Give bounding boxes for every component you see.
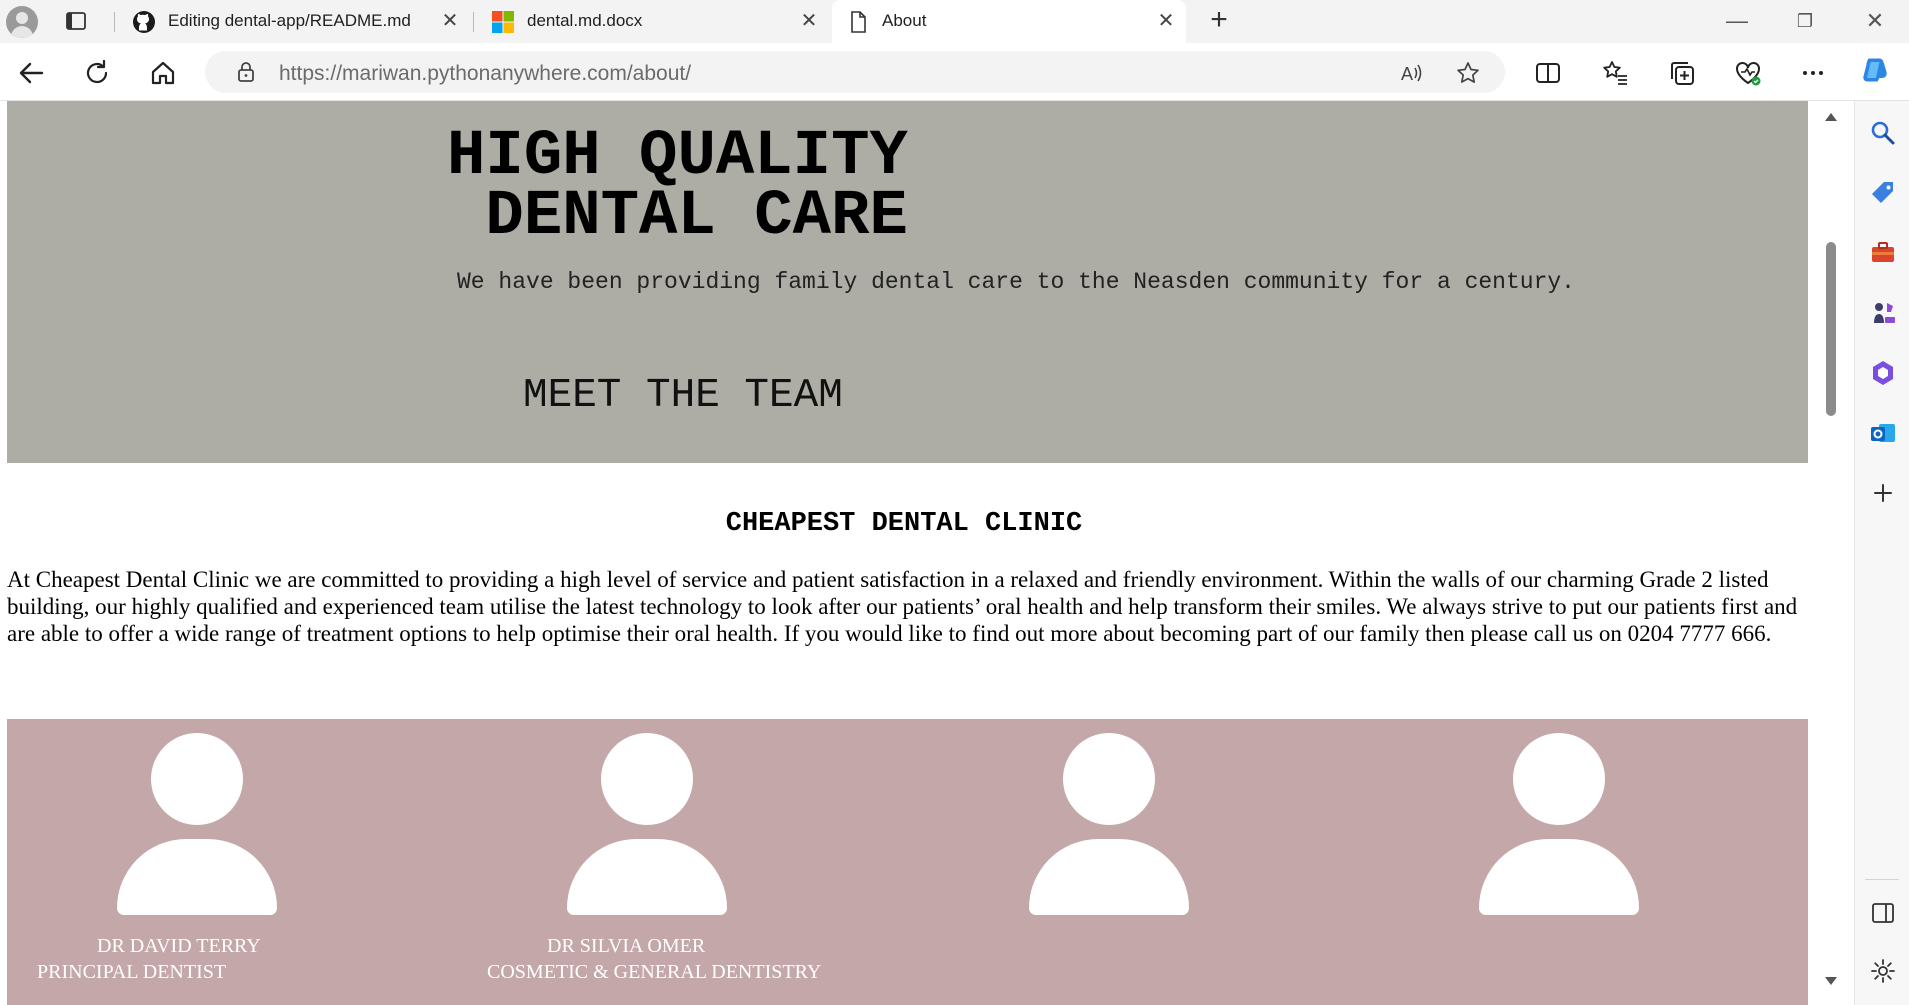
clinic-description: At Cheapest Dental Clinic we are committ… [7, 567, 1798, 646]
scroll-up-arrow-icon[interactable] [1825, 113, 1837, 121]
new-tab-button[interactable]: + [1204, 5, 1234, 36]
meet-the-team-heading: MEET THE TEAM [523, 373, 843, 419]
shopping-tag-icon[interactable] [1869, 179, 1897, 207]
page-scrollbar[interactable] [1818, 101, 1844, 999]
hero-banner: HIGH QUALITY DENTAL CARE We have been pr… [7, 101, 1808, 463]
address-bar[interactable]: https://mariwan.pythonanywhere.com/about… [205, 51, 1505, 93]
more-options-icon[interactable] [1798, 58, 1828, 88]
add-icon[interactable] [1869, 479, 1897, 507]
tab-actions-icon[interactable] [64, 9, 88, 33]
tab-strip: Editing dental-app/README.md ✕ dental.md… [0, 0, 1909, 43]
close-tab-icon[interactable]: ✕ [438, 9, 462, 33]
team-section: DR DAVID TERRY PRINCIPAL DENTIST DR SILV… [7, 719, 1808, 1005]
url-path: /about/ [626, 62, 692, 85]
favorite-star-icon[interactable] [1455, 60, 1481, 86]
member-role: COSMETIC & GENERAL DENTISTRY [487, 961, 822, 983]
browser-toolbar: https://mariwan.pythonanywhere.com/about… [0, 43, 1909, 101]
settings-gear-icon[interactable] [1869, 957, 1897, 985]
tab-title: dental.md.docx [527, 11, 643, 30]
close-window-button[interactable]: ✕ [1855, 6, 1895, 36]
tab-about[interactable]: About ✕ [832, 0, 1186, 43]
site-info-lock-icon[interactable] [235, 61, 257, 83]
hide-sidebar-icon[interactable] [1869, 899, 1897, 927]
avatar-placeholder-icon [1029, 733, 1189, 915]
team-member-card: DR SILVIA OMER COSMETIC & GENERAL DENTIS… [457, 719, 857, 1005]
close-tab-icon[interactable]: ✕ [1154, 9, 1178, 33]
tab-title: About [882, 11, 927, 30]
split-screen-icon[interactable] [1533, 58, 1563, 88]
games-chess-icon[interactable] [1869, 299, 1897, 327]
tab-readme[interactable]: Editing dental-app/README.md ✕ [118, 0, 468, 43]
team-member-card: DR DAVID TERRY PRINCIPAL DENTIST [7, 719, 407, 1005]
avatar-placeholder-icon [117, 733, 277, 915]
outlook-icon[interactable] [1869, 419, 1897, 447]
url-text[interactable]: https://mariwan.pythonanywhere.com/about… [279, 62, 691, 86]
scrollbar-thumb[interactable] [1826, 242, 1836, 416]
copilot-icon[interactable] [1860, 55, 1894, 89]
hero-title: HIGH QUALITY DENTAL CARE [447, 121, 908, 253]
search-icon[interactable] [1869, 119, 1897, 147]
favorites-icon[interactable] [1600, 58, 1630, 88]
collections-icon[interactable] [1667, 58, 1697, 88]
github-icon [132, 10, 156, 34]
page-icon [846, 10, 870, 34]
avatar-placeholder-icon [567, 733, 727, 915]
team-member-card [919, 719, 1319, 1005]
microsoft-icon [491, 10, 515, 34]
avatar-placeholder-icon [1479, 733, 1639, 915]
close-tab-icon[interactable]: ✕ [797, 9, 821, 33]
read-aloud-icon[interactable]: A [1399, 60, 1425, 86]
hero-title-line2: DENTAL CARE [447, 181, 908, 253]
svg-text:A: A [1401, 64, 1413, 84]
browser-essentials-icon[interactable] [1733, 58, 1763, 88]
edge-sidebar [1854, 101, 1909, 1005]
tab-title: Editing dental-app/README.md [168, 11, 411, 30]
hero-subtitle: We have been providing family dental car… [457, 269, 1575, 295]
back-icon[interactable] [16, 58, 46, 88]
tab-docx[interactable]: dental.md.docx ✕ [477, 0, 827, 43]
restore-button[interactable]: ❐ [1785, 6, 1825, 36]
member-name: DR DAVID TERRY [97, 935, 261, 957]
page-viewport: HIGH QUALITY DENTAL CARE We have been pr… [0, 101, 1818, 1005]
sidebar-divider [1865, 879, 1899, 880]
hero-title-line1: HIGH QUALITY [447, 121, 908, 193]
clinic-title: CHEAPEST DENTAL CLINIC [725, 509, 1083, 539]
member-role: PRINCIPAL DENTIST [37, 961, 227, 983]
minimize-button[interactable]: — [1717, 6, 1757, 36]
home-icon[interactable] [148, 58, 178, 88]
member-name: DR SILVIA OMER [547, 935, 706, 957]
refresh-icon[interactable] [82, 58, 112, 88]
tab-separator [473, 12, 474, 32]
tools-briefcase-icon[interactable] [1869, 239, 1897, 267]
url-host: https://mariwan.pythonanywhere.com [279, 62, 627, 85]
team-member-card [1369, 719, 1769, 1005]
microsoft-365-icon[interactable] [1869, 359, 1897, 387]
tab-separator [114, 12, 115, 32]
scroll-down-arrow-icon[interactable] [1825, 977, 1837, 985]
profile-avatar-icon[interactable] [6, 6, 38, 38]
